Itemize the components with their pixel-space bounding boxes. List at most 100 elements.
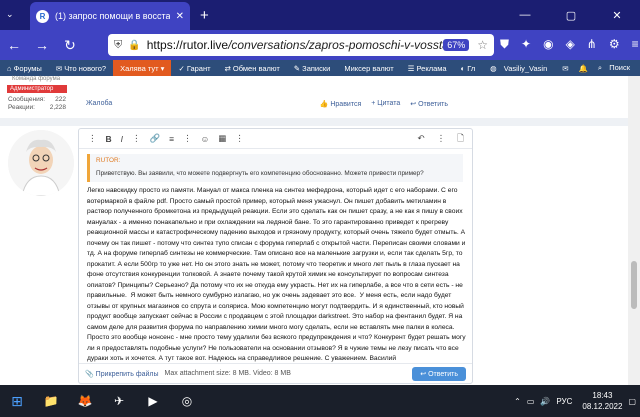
tor-browser-icon[interactable]: ◎ — [170, 385, 204, 417]
italic-button[interactable]: I — [121, 134, 123, 144]
tab-close-icon[interactable]: ✕ — [176, 11, 184, 22]
minimize-button[interactable]: — — [502, 0, 548, 30]
extensions-icon[interactable]: ✦ — [521, 37, 531, 52]
site-navigation: ⌂ Форумы ✉ Что нового? Халява тут ▾ ✓ Га… — [0, 60, 640, 76]
account-icon[interactable]: ◉ — [543, 37, 553, 52]
nav-more[interactable]: ◐ Гл — [454, 60, 483, 76]
close-window-button[interactable]: ✕ — [594, 0, 640, 30]
reply-link[interactable]: ↩ Ответить — [410, 100, 448, 108]
nav-forums-label: Форумы — [13, 63, 42, 73]
user-stat: Реакции: 2,228 — [8, 104, 66, 111]
message-body[interactable]: Легко навскидку просто из памяти. Мануал… — [87, 186, 467, 365]
zoom-level-badge[interactable]: 67% — [443, 39, 470, 51]
system-tray: ⌃ ▭ 🔊 РУС 18:43 08.12.2022 ▢ — [514, 385, 640, 417]
site-favicon-icon: R — [36, 9, 49, 23]
attachment-limits: Max attachment size: 8 MB. Video: 8 MB — [164, 370, 291, 377]
stat-value: 2,228 — [49, 104, 66, 111]
list-options-icon[interactable]: ⋮ — [183, 133, 192, 144]
clock[interactable]: 18:43 08.12.2022 — [582, 390, 622, 412]
network-icon[interactable]: ▭ — [527, 397, 535, 406]
attach-files-button[interactable]: 📎 Прикрепить файлы — [85, 370, 159, 378]
nav-ads[interactable]: ☰ Реклама — [401, 60, 454, 76]
nav-whats-new[interactable]: ✉ Что нового? — [49, 60, 113, 76]
firefox-icon[interactable]: 🦊 — [68, 385, 102, 417]
stat-value: 222 — [55, 96, 66, 103]
search-button[interactable]: ⌕ Поиск — [593, 63, 640, 73]
username: Vasiliy_Vasin — [503, 63, 548, 73]
url-text[interactable]: https://rutor.live/conversations/zapros-… — [147, 38, 444, 52]
image-button[interactable]: ▦ — [218, 133, 226, 144]
notifications-icon[interactable]: ▢ — [628, 397, 636, 406]
user-menu[interactable]: ◍ Vasiliy_Vasin — [485, 64, 557, 73]
text-options-icon[interactable]: ⋮ — [132, 133, 141, 144]
pocket-icon[interactable]: ⛊ — [500, 37, 509, 52]
new-tab-button[interactable]: + — [200, 7, 209, 24]
align-button[interactable]: ≡ — [169, 134, 174, 144]
nav-guarantee[interactable]: ✓ Гарант — [171, 60, 217, 76]
bookmark-star-icon[interactable]: ☆ — [477, 38, 488, 52]
screen: { "browser": { "tab_title": "(1) запрос … — [0, 0, 640, 417]
maximize-button[interactable]: ▢ — [548, 0, 594, 30]
inbox-icon[interactable]: ✉ — [557, 64, 573, 73]
like-link[interactable]: 👍 Нравится — [320, 100, 362, 108]
nav-mixer-label: Миксер валют — [344, 63, 394, 73]
nav-freebies[interactable]: Халява тут ▾ — [113, 60, 172, 76]
window-controls: — ▢ ✕ — [502, 0, 640, 30]
start-button-icon[interactable]: ⊞ — [0, 385, 34, 417]
quote-author: RUTOR: — [96, 157, 121, 164]
nav-mixer[interactable]: Миксер валют — [337, 60, 400, 76]
stat-label: Реакции: — [8, 104, 35, 111]
like-label: Нравится — [330, 101, 362, 108]
reload-button[interactable]: ↻ — [56, 37, 84, 54]
preview-icon[interactable]: 🗋 — [457, 133, 464, 147]
post-actions: 👍 Нравится + Цитата ↩ Ответить — [320, 100, 448, 108]
browser-tab-strip: ⌄ R (1) запрос помощи в восстано ✕ + — ▢… — [0, 0, 640, 30]
reply-button[interactable]: ↩ Ответить — [412, 367, 466, 381]
reply-button-label: Ответить — [428, 371, 458, 378]
scrollbar-thumb[interactable] — [631, 261, 637, 309]
reply-editor: ⋮ B I ⋮ 🔗 ≡ ⋮ ☺ ▦ ⋮ ↶ ⋮ 🗋 RUTOR: Приветс… — [78, 128, 473, 384]
forward-button[interactable]: → — [28, 37, 56, 53]
page-scrollbar[interactable] — [628, 76, 640, 385]
page-content: Команда форума Администратор Сообщения: 2… — [0, 76, 628, 385]
toggle-bbcode-icon[interactable]: ⋮ — [437, 133, 446, 147]
quote-link[interactable]: + Цитата — [371, 100, 400, 108]
nav-exchange[interactable]: ⇄ Обмен валют — [218, 60, 287, 76]
browser-tab[interactable]: R (1) запрос помощи в восстано ✕ — [30, 2, 190, 30]
back-button[interactable]: ← — [0, 37, 28, 53]
address-bar[interactable]: ⛨ 🔒 https://rutor.live/conversations/zap… — [108, 34, 494, 56]
shield-extension-icon[interactable]: ◈ — [566, 37, 575, 52]
windows-taskbar: ⊞ 📁 🦊 ✈ ▶ ◎ ⌃ ▭ 🔊 РУС 18:43 08.12.2022 ▢ — [0, 385, 640, 417]
volume-icon[interactable]: 🔊 — [540, 397, 550, 406]
browser-toolbar: ← → ↻ ⛨ 🔒 https://rutor.live/conversatio… — [0, 30, 640, 60]
emoji-button[interactable]: ☺ — [201, 134, 210, 144]
telegram-icon[interactable]: ✈ — [102, 385, 136, 417]
nav-ads-label: Реклама — [416, 63, 447, 73]
alerts-icon[interactable]: 🔔 — [574, 64, 593, 73]
nav-notes[interactable]: ✎ Записки — [287, 60, 338, 76]
insert-options-icon[interactable]: ⋮ — [235, 133, 244, 144]
quote-block: RUTOR: Приветствую. Вы заявили, что може… — [87, 154, 463, 182]
language-indicator[interactable]: РУС — [556, 397, 572, 406]
nav-forums[interactable]: ⌂ Форумы — [0, 60, 49, 76]
user-stat: Сообщения: 222 — [8, 96, 66, 103]
more-options-icon[interactable]: ⋮ — [88, 133, 97, 144]
stat-label: Сообщения: — [8, 96, 46, 103]
undo-icon[interactable]: ↶ — [418, 133, 425, 147]
avatar[interactable] — [8, 130, 74, 196]
nav-notes-label: Записки — [302, 63, 331, 73]
bold-button[interactable]: B — [106, 134, 112, 144]
nav-guarantee-label: Гарант — [186, 63, 211, 73]
file-explorer-icon[interactable]: 📁 — [34, 385, 68, 417]
settings-icon[interactable]: ⚙ — [609, 37, 620, 52]
tab-list-button[interactable]: ⌄ — [6, 9, 14, 20]
report-link[interactable]: Жалоба — [86, 100, 112, 107]
role-badge: Администратор — [7, 85, 67, 93]
lock-icon[interactable]: 🔒 — [128, 40, 140, 51]
tray-chevron-icon[interactable]: ⌃ — [514, 397, 521, 406]
media-player-icon[interactable]: ▶ — [136, 385, 170, 417]
link-button[interactable]: 🔗 — [150, 133, 161, 144]
menu-icon[interactable]: ≡ — [632, 37, 639, 52]
tracking-shield-icon[interactable]: ⛨ — [114, 39, 122, 52]
reading-icon[interactable]: ⋔ — [587, 37, 597, 52]
